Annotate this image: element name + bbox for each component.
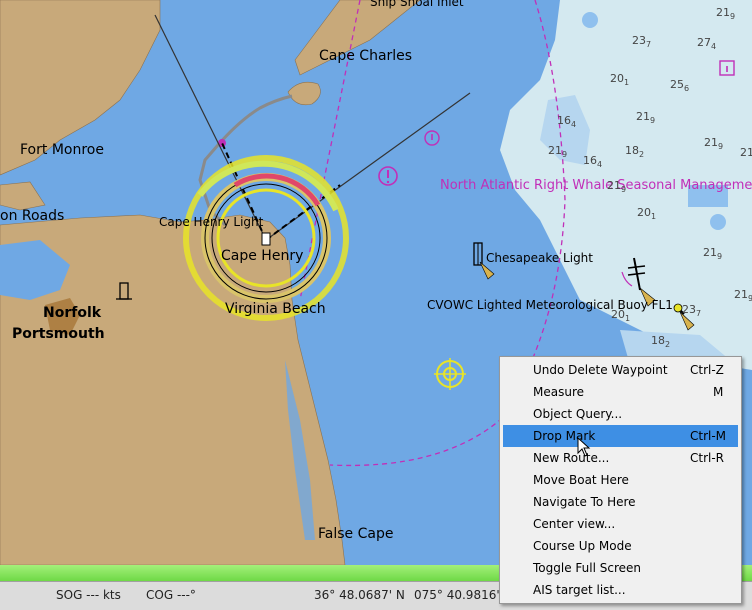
sounding: 237: [682, 303, 702, 319]
sounding: 219: [740, 146, 752, 159]
label-virginia-beach: Virginia Beach: [225, 301, 326, 317]
land-fisherman-island: [287, 81, 321, 106]
menu-item-undo-delete-waypoint[interactable]: Undo Delete Waypoint Ctrl-Z: [503, 359, 738, 381]
label-whale-zone: North Atlantic Right Whale Seasonal Mana…: [440, 178, 752, 193]
sog-readout: SOG --- kts: [56, 588, 121, 602]
label-fort-monroe: Fort Monroe: [20, 142, 104, 158]
sounding: 219: [607, 179, 627, 195]
menu-item-object-query[interactable]: Object Query...: [503, 403, 738, 425]
sounding: 201: [611, 308, 631, 324]
label-cape-henry-light: Cape Henry Light: [159, 215, 264, 229]
menu-item-ais-target-list[interactable]: AIS target list...: [503, 579, 738, 601]
menu-item-measure[interactable]: Measure M: [503, 381, 738, 403]
sounding: 201: [637, 206, 657, 222]
label-cape-charles: Cape Charles: [319, 48, 413, 64]
restricted-area-icon: [378, 166, 398, 186]
label-cape-henry: Cape Henry: [221, 248, 304, 264]
sounding: 219: [704, 136, 724, 152]
sounding: 237: [632, 34, 652, 50]
menu-item-center-view[interactable]: Center view...: [503, 513, 738, 535]
sounding: 256: [670, 78, 690, 94]
menu-item-navigate-to-here[interactable]: Navigate To Here: [503, 491, 738, 513]
route-line: [216, 94, 293, 146]
sounding: 274: [697, 36, 717, 52]
menu-item-drop-mark[interactable]: Drop Mark Ctrl-M: [503, 425, 738, 447]
longitude-readout: 075° 40.9816' V: [414, 588, 512, 602]
menu-item-move-boat-here[interactable]: Move Boat Here: [503, 469, 738, 491]
sounding: 201: [610, 72, 630, 88]
land-small-island: [0, 181, 46, 211]
menu-item-course-up-mode[interactable]: Course Up Mode: [503, 535, 738, 557]
sounding: 219: [734, 288, 752, 304]
label-hampton-roads: on Roads: [0, 208, 65, 224]
label-norfolk: Norfolk: [43, 305, 102, 321]
sounding: 219: [636, 110, 656, 126]
label-cvowc-buoy: CVOWC Lighted Meteorological Buoy FL1: [427, 298, 673, 312]
shallow-water-patch: [582, 12, 598, 28]
label-chesapeake-light: Chesapeake Light: [486, 251, 593, 265]
latitude-readout: 36° 48.0687' N: [314, 588, 405, 602]
sounding: 182: [625, 144, 645, 160]
lighthouse-icon: [261, 232, 271, 246]
menu-item-new-route[interactable]: New Route... Ctrl-R: [503, 447, 738, 469]
label-portsmouth: Portsmouth: [12, 326, 105, 342]
sounding: 164: [557, 114, 577, 130]
menu-item-toggle-full-screen[interactable]: Toggle Full Screen: [503, 557, 738, 579]
sounding: 182: [651, 334, 671, 350]
crosshair-icon: [434, 358, 466, 390]
shallow-water-patch: [710, 214, 726, 230]
sounding: 219: [703, 246, 723, 262]
restricted-area-icon: [424, 130, 440, 146]
label-false-cape: False Cape: [318, 526, 394, 542]
sounding: 219: [716, 6, 736, 22]
label-ship-shoal-inlet: Ship Shoal Inlet: [370, 0, 464, 9]
sounding: 219: [548, 144, 568, 160]
mouse-cursor-icon: [577, 437, 591, 457]
context-menu: Undo Delete Waypoint Ctrl-Z Measure M Obje…: [499, 356, 742, 604]
sounding: 164: [583, 154, 603, 170]
cog-readout: COG ---°: [146, 588, 196, 602]
